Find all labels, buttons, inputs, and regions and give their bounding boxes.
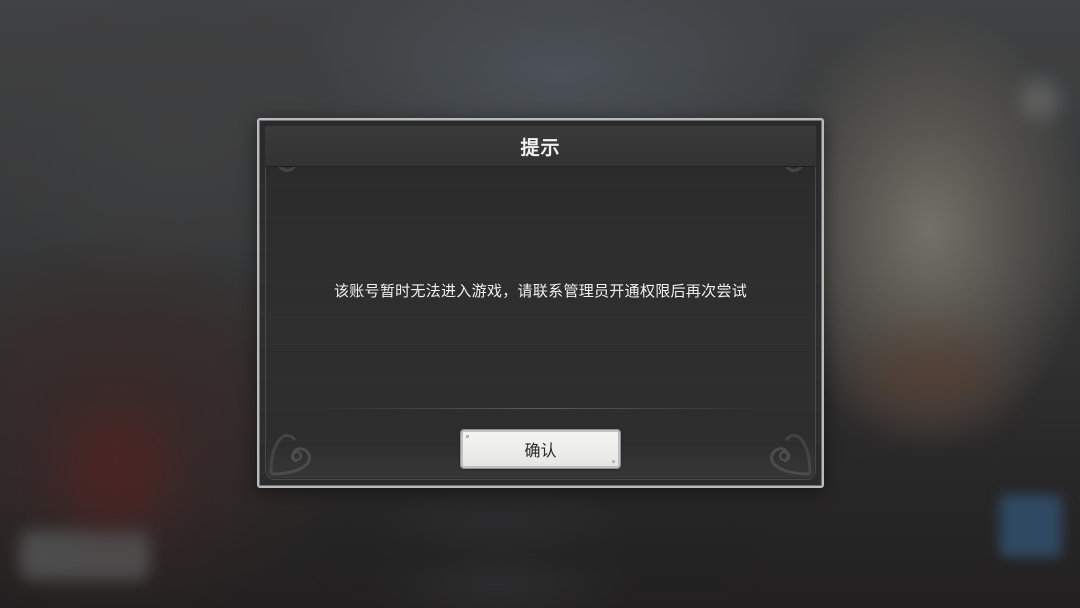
button-corner-accent [466, 435, 469, 438]
dialog-message: 该账号暂时无法进入游戏，请联系管理员开通权限后再次尝试 [333, 282, 748, 300]
dialog-title: 提示 [520, 136, 561, 159]
dialog-title-bar: 提示 [265, 126, 816, 167]
game-background: 提示 该账号暂时无法进入游戏，请联系管理员开通权限后再次尝试 确认 [0, 0, 1080, 608]
confirm-button[interactable]: 确认 [461, 430, 620, 468]
confirm-button-label: 确认 [524, 441, 557, 460]
alert-dialog: 提示 该账号暂时无法进入游戏，请联系管理员开通权限后再次尝试 确认 [257, 118, 824, 488]
button-corner-accent [612, 460, 615, 463]
dialog-divider [329, 408, 752, 409]
dialog-inner-frame [265, 126, 816, 480]
